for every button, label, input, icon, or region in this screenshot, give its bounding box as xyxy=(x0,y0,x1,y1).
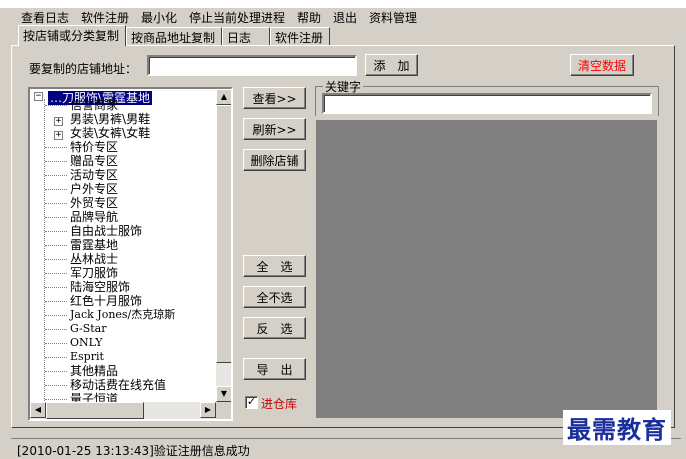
menu-help[interactable]: 帮助 xyxy=(297,9,321,26)
tree-node[interactable]: 赠品专区 xyxy=(70,154,118,168)
add-button[interactable]: 添 加 xyxy=(365,54,418,76)
tree-connector xyxy=(45,399,67,400)
keyword-input[interactable] xyxy=(322,93,652,114)
scroll-right-icon[interactable]: ▶ xyxy=(200,402,216,418)
tree-connector xyxy=(45,203,67,204)
warehouse-checkbox[interactable]: ✓ xyxy=(245,396,258,409)
tree-connector xyxy=(45,161,67,162)
scroll-thumb[interactable] xyxy=(216,105,231,363)
tab-log[interactable]: 日志 xyxy=(222,27,270,45)
menu-minimize[interactable]: 最小化 xyxy=(141,9,177,26)
tree-connector xyxy=(45,343,67,344)
tree-node[interactable]: 量子恒道 xyxy=(70,392,118,402)
scroll-down-icon[interactable]: ▼ xyxy=(216,386,231,402)
tree-node[interactable]: 移动话费在线充值 xyxy=(70,378,166,392)
collapse-icon[interactable]: − xyxy=(34,92,43,101)
tree-node[interactable]: Esprit xyxy=(70,350,104,364)
tree-node[interactable]: G-Star xyxy=(70,322,106,336)
tree-connector xyxy=(45,357,67,358)
tab-copy-by-product-url[interactable]: 按商品地址复制 xyxy=(126,27,222,45)
scroll-thumb[interactable] xyxy=(46,402,144,419)
tree-node[interactable]: 外贸专区 xyxy=(70,196,118,210)
select-none-button[interactable]: 全不选 xyxy=(243,286,306,308)
refresh-button[interactable]: 刷新>> xyxy=(243,118,306,140)
tree-connector xyxy=(45,385,67,386)
tree-node[interactable]: 女装\女裤\女鞋 xyxy=(70,126,150,140)
tree-node[interactable]: 信誉商家 xyxy=(70,98,118,112)
tab-copy-by-store[interactable]: 按店铺或分类复制 xyxy=(18,25,126,46)
tree-vertical-scrollbar[interactable]: ▲ ▼ xyxy=(216,89,231,402)
tree-connector xyxy=(45,231,67,232)
tree-connector xyxy=(45,315,67,316)
tree-node[interactable]: Jack Jones/杰克琼斯 xyxy=(70,308,175,322)
tree-connector xyxy=(45,245,67,246)
store-url-input[interactable] xyxy=(147,55,357,76)
tree-node[interactable]: 户外专区 xyxy=(70,182,118,196)
tree-node[interactable]: 雷霆基地 xyxy=(70,238,118,252)
tree-horizontal-scrollbar[interactable]: ◀ ▶ xyxy=(30,402,216,419)
tree-node[interactable]: 品牌导航 xyxy=(70,210,118,224)
menu-stop-process[interactable]: 停止当前处理进程 xyxy=(189,9,285,26)
tree-connector xyxy=(45,259,67,260)
tree-connector xyxy=(45,371,67,372)
invert-selection-button[interactable]: 反 选 xyxy=(243,317,306,339)
results-area[interactable] xyxy=(316,120,657,418)
tree-connector xyxy=(45,301,67,302)
store-url-label: 要复制的店铺地址： xyxy=(29,62,138,76)
tree-connector xyxy=(45,189,67,190)
export-button[interactable]: 导 出 xyxy=(243,358,306,380)
tree-node[interactable]: 丛林战士 xyxy=(70,252,118,266)
tree-connector xyxy=(45,175,67,176)
top-strip xyxy=(0,0,686,8)
tree-node[interactable]: 其他精品 xyxy=(70,364,118,378)
tree-connector xyxy=(45,329,67,330)
warehouse-checkbox-label: 进仓库 xyxy=(261,397,298,411)
select-all-button[interactable]: 全 选 xyxy=(243,255,306,277)
expand-icon[interactable]: + xyxy=(54,131,63,140)
scroll-up-icon[interactable]: ▲ xyxy=(216,89,231,105)
category-tree[interactable]: − …刀服饰\雷霆基地 信誉商家 + 男装\男裤\男鞋 + 女装\女裤\女鞋 特… xyxy=(28,87,233,421)
tree-node[interactable]: ONLY xyxy=(70,336,103,350)
menu-register[interactable]: 软件注册 xyxy=(81,9,129,26)
tree-connector xyxy=(45,273,67,274)
tab-register[interactable]: 软件注册 xyxy=(270,27,330,45)
view-button[interactable]: 查看>> xyxy=(243,87,306,109)
tree-node[interactable]: 红色十月服饰 xyxy=(70,294,142,308)
tree-connector xyxy=(45,105,67,106)
tree-connector xyxy=(45,287,67,288)
delete-store-button[interactable]: 删除店铺 xyxy=(243,149,306,171)
menu-view-log[interactable]: 查看日志 xyxy=(21,9,69,26)
scroll-corner xyxy=(216,402,231,419)
menu-exit[interactable]: 退出 xyxy=(333,9,357,26)
menu-data-manage[interactable]: 资料管理 xyxy=(369,9,417,26)
expand-icon[interactable]: + xyxy=(54,117,63,126)
status-text: [2010-01-25 13:13:43]验证注册信息成功 xyxy=(17,444,250,458)
scroll-left-icon[interactable]: ◀ xyxy=(30,402,46,418)
tree-node[interactable]: 陆海空服饰 xyxy=(70,280,130,294)
clear-data-button[interactable]: 清空数据 xyxy=(570,54,634,76)
tree-connector xyxy=(45,147,67,148)
tree-node[interactable]: 特价专区 xyxy=(70,140,118,154)
tree-node[interactable]: 军刀服饰 xyxy=(70,266,118,280)
tree-node[interactable]: 活动专区 xyxy=(70,168,118,182)
tree-connector xyxy=(45,217,67,218)
tree-node[interactable]: 自由战士服饰 xyxy=(70,224,142,238)
tree-node[interactable]: 男装\男裤\男鞋 xyxy=(70,112,150,126)
menu-bar: 查看日志 软件注册 最小化 停止当前处理进程 帮助 退出 资料管理 xyxy=(0,8,686,26)
tree-content: − …刀服饰\雷霆基地 信誉商家 + 男装\男裤\男鞋 + 女装\女裤\女鞋 特… xyxy=(30,89,216,402)
watermark-logo: 最需教育 xyxy=(563,410,671,445)
